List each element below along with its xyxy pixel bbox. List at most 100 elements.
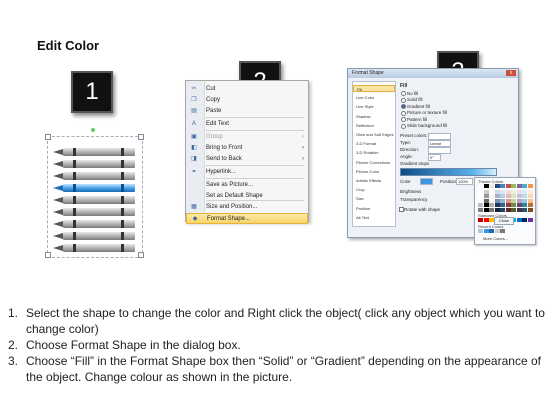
color-swatch[interactable] [511,207,516,212]
color-swatch[interactable] [500,198,505,203]
menu-item-hyperlink[interactable]: ⚭ Hyperlink... [186,167,308,178]
color-swatch[interactable] [511,184,516,188]
color-swatch[interactable] [527,203,533,207]
color-swatch[interactable] [527,189,533,194]
color-swatch[interactable] [511,203,516,207]
color-swatch[interactable] [516,198,522,203]
color-swatch[interactable] [527,218,533,222]
rotation-handle[interactable] [91,128,95,132]
field-input[interactable] [428,146,451,154]
color-swatch[interactable] [478,189,483,194]
menu-item-edit-text[interactable]: A Edit Text [186,119,308,130]
color-swatch[interactable] [489,207,494,212]
resize-handle-tl[interactable] [45,134,51,140]
category-glow-and-soft-edges[interactable]: Glow and Soft Edges [353,131,395,138]
color-swatch[interactable] [478,207,483,212]
color-swatch[interactable] [500,207,505,212]
color-swatch[interactable] [516,189,522,194]
color-swatch[interactable] [489,229,494,233]
menu-item-group[interactable]: ▣ Group › [186,132,308,143]
category-artistic-effects[interactable]: Artistic Effects [353,177,395,184]
color-swatch[interactable] [505,194,511,198]
crayon[interactable] [53,196,135,204]
category-position[interactable]: Position [353,205,395,212]
rotate-with-shape-checkbox[interactable] [399,207,404,212]
color-swatch[interactable] [500,203,505,207]
category-reflection[interactable]: Reflection [353,122,395,129]
color-swatch[interactable] [505,189,511,194]
fill-option-radio[interactable] [401,123,406,129]
color-swatch[interactable] [483,189,489,194]
color-swatch[interactable] [489,203,494,207]
color-picker-button[interactable] [420,178,433,185]
color-swatch[interactable] [494,207,500,212]
menu-item-copy[interactable]: ❐ Copy [186,95,308,106]
color-swatch[interactable] [483,229,489,233]
close-icon[interactable]: x [506,70,516,76]
color-swatch[interactable] [522,194,527,198]
category-3-d-format[interactable]: 3-D Format [353,140,395,147]
fill-option-radio[interactable] [401,104,406,109]
menu-item-format-shape[interactable]: ◆ Format Shape... [186,213,308,224]
color-swatch[interactable] [522,184,527,188]
color-swatch[interactable] [522,198,527,203]
color-swatch[interactable] [494,229,500,233]
color-swatch[interactable] [511,194,516,198]
resize-handle-tr[interactable] [138,134,144,140]
color-swatch[interactable] [500,189,505,194]
menu-item-save-as-picture[interactable]: Save as Picture... [186,180,308,191]
color-swatch[interactable] [478,203,483,207]
color-swatch[interactable] [489,198,494,203]
color-swatch[interactable] [500,229,505,233]
position-input[interactable]: 100% [456,178,473,185]
category-line-color[interactable]: Line Color [353,94,395,101]
crayon[interactable] [53,208,135,216]
category-3-d-rotation[interactable]: 3-D Rotation [353,149,395,156]
field-input[interactable]: Linear [428,139,451,147]
color-swatch[interactable] [522,189,527,194]
color-swatch[interactable] [505,207,511,212]
fill-option-radio[interactable] [401,117,406,122]
color-swatch[interactable] [494,198,500,203]
menu-item-paste[interactable]: ▤ Paste [186,106,308,117]
color-swatch[interactable] [505,203,511,207]
color-swatch[interactable] [500,184,505,188]
color-swatch[interactable] [494,184,500,188]
color-swatch[interactable] [522,203,527,207]
fill-option-radio[interactable] [401,97,406,103]
category-fill[interactable]: Fill [353,85,395,92]
color-swatch[interactable] [489,184,494,188]
color-swatch[interactable] [489,189,494,194]
color-swatch[interactable] [489,194,494,198]
resize-handle-bl[interactable] [45,252,51,258]
color-swatch[interactable] [478,194,483,198]
color-swatch[interactable] [483,203,489,207]
color-swatch[interactable] [522,218,527,222]
category-size[interactable]: Size [353,195,395,202]
color-swatch[interactable] [516,207,522,212]
color-swatch[interactable] [478,229,483,233]
color-swatch[interactable] [511,189,516,194]
menu-item-send-to-back[interactable]: ◨ Send to Back › [186,154,308,165]
fill-option-radio[interactable] [401,110,406,116]
category-shadow[interactable]: Shadow [353,113,395,120]
color-swatch[interactable] [483,198,489,203]
category-picture-corrections[interactable]: Picture Corrections [353,159,395,166]
crayon[interactable] [53,244,135,252]
category-alt-text[interactable]: Alt Text [353,214,395,221]
crayon[interactable] [53,172,135,180]
field-input[interactable] [428,132,451,140]
color-swatch[interactable] [516,184,522,188]
color-swatch[interactable] [516,218,522,222]
crayon-selected[interactable] [53,184,135,192]
crayon-shape-group[interactable] [45,128,145,259]
crayon[interactable] [53,160,135,168]
crayon[interactable] [53,232,135,240]
dialog-close-button[interactable]: Close [494,217,514,225]
color-swatch[interactable] [500,194,505,198]
color-swatch[interactable] [527,198,533,203]
category-line-style[interactable]: Line Style [353,103,395,110]
color-swatch[interactable] [527,207,533,212]
color-swatch[interactable] [494,194,500,198]
gradient-stops-bar[interactable] [400,168,497,176]
